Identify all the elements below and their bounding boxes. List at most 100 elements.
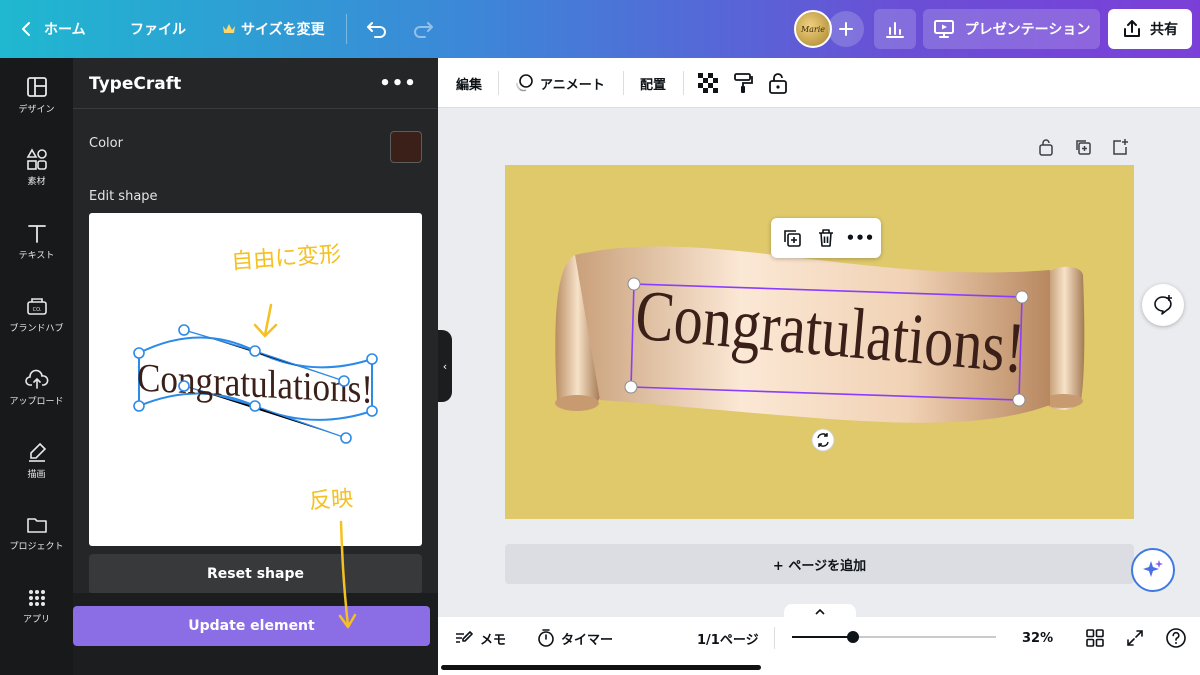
warp-handle[interactable] <box>133 400 145 412</box>
color-label: Color <box>89 136 123 151</box>
warp-handle[interactable] <box>340 432 352 444</box>
delete-element-button[interactable] <box>814 226 838 250</box>
divider <box>73 108 438 109</box>
fullscreen-button[interactable] <box>1126 617 1144 659</box>
notes-button[interactable]: メモ <box>454 617 506 659</box>
home-label: ホーム <box>44 22 86 38</box>
grid-view-button[interactable] <box>1086 617 1104 659</box>
position-button[interactable]: 配置 <box>640 58 666 108</box>
transparency-button[interactable] <box>698 58 718 108</box>
help-button[interactable] <box>1165 617 1187 659</box>
annotation-apply: 反映 <box>308 486 355 515</box>
animate-button[interactable]: アニメート <box>514 58 605 108</box>
warp-handle[interactable] <box>366 405 378 417</box>
more-element-options-button[interactable]: ••• <box>846 226 875 250</box>
add-page-icon <box>1113 139 1128 155</box>
resize-handle[interactable] <box>1015 290 1029 304</box>
file-menu-button[interactable]: ファイル <box>130 0 186 58</box>
plus-icon <box>839 22 853 36</box>
warp-handle[interactable] <box>338 375 350 387</box>
rail-item-design[interactable]: デザイン <box>0 64 73 126</box>
annotation-arrow-long-icon <box>338 520 357 629</box>
reset-shape-button[interactable]: Reset shape <box>89 554 422 594</box>
divider <box>623 71 624 95</box>
rail-item-uploads[interactable]: アップロード <box>0 356 73 418</box>
trash-icon <box>819 229 833 247</box>
left-rail: デザイン 素材 テキスト CO. ブランドハブ アップロード 描画 プロジェクト… <box>0 58 73 675</box>
add-page-button[interactable]: + ページを追加 <box>505 544 1134 584</box>
rail-item-draw[interactable]: 描画 <box>0 429 73 491</box>
rail-item-projects[interactable]: プロジェクト <box>0 502 73 564</box>
animate-label: アニメート <box>540 77 605 93</box>
zoom-slider-knob[interactable] <box>847 631 860 643</box>
warp-handle[interactable] <box>249 345 261 357</box>
timer-icon <box>538 629 554 647</box>
timer-button[interactable]: タイマー <box>537 617 613 659</box>
divider <box>683 71 684 95</box>
paint-roller-button[interactable] <box>733 58 753 108</box>
rail-label: アップロード <box>9 396 64 407</box>
color-swatch[interactable] <box>390 131 422 163</box>
warp-handle[interactable] <box>133 347 145 359</box>
warp-handle[interactable] <box>249 400 261 412</box>
position-label: 配置 <box>640 77 667 93</box>
resize-handle[interactable] <box>624 380 638 394</box>
typecraft-panel: TypeCraft ••• Color Edit shape Congratul… <box>73 58 438 675</box>
rail-label: プロジェクト <box>9 541 64 552</box>
warp-handle[interactable] <box>178 380 190 392</box>
rail-label: ブランドハブ <box>9 323 64 334</box>
rail-label: デザイン <box>18 104 55 115</box>
rail-item-elements[interactable]: 素材 <box>0 136 73 198</box>
more-options-button[interactable]: ••• <box>379 72 416 94</box>
zoom-slider[interactable] <box>792 631 996 643</box>
unlock-icon <box>769 73 787 94</box>
duplicate-page-button[interactable] <box>1073 137 1093 157</box>
notes-label: メモ <box>480 632 507 648</box>
grid-view-icon <box>1086 629 1104 647</box>
chevron-left-icon <box>22 22 30 36</box>
rail-item-text[interactable]: テキスト <box>0 210 73 272</box>
present-button[interactable]: プレゼンテーション <box>923 9 1100 49</box>
share-label: 共有 <box>1150 22 1178 38</box>
duplicate-element-button[interactable] <box>780 226 804 250</box>
resize-handle[interactable] <box>627 277 641 291</box>
page-indicator-button[interactable]: 1/1ページ <box>697 617 759 659</box>
rail-item-brand-hub[interactable]: CO. ブランドハブ <box>0 283 73 345</box>
undo-button[interactable] <box>366 0 388 58</box>
help-icon <box>1166 628 1186 648</box>
update-element-button[interactable]: Update element <box>73 606 430 646</box>
add-page-icon-button[interactable] <box>1110 137 1130 157</box>
divider <box>774 627 775 649</box>
file-label: ファイル <box>130 22 186 38</box>
share-button[interactable]: 共有 <box>1108 9 1192 49</box>
bar-chart-icon <box>886 22 904 38</box>
invite-button[interactable] <box>828 11 864 47</box>
avatar[interactable]: Marie <box>794 10 832 48</box>
resize-handle[interactable] <box>1012 393 1026 407</box>
add-comment-button[interactable] <box>1142 284 1184 326</box>
apps-icon <box>28 589 45 606</box>
transparency-icon <box>698 73 718 93</box>
rail-item-apps[interactable]: アプリ <box>0 575 73 637</box>
lock-page-button[interactable] <box>1036 137 1056 157</box>
warp-handle[interactable] <box>366 353 378 365</box>
warp-handle[interactable] <box>178 324 190 336</box>
home-button[interactable]: ホーム <box>20 0 86 58</box>
lock-button[interactable] <box>768 58 788 108</box>
crown-icon <box>223 24 235 33</box>
edit-button[interactable]: 編集 <box>456 58 482 108</box>
collapse-panel-button[interactable]: ‹ <box>438 330 452 402</box>
zoom-level: 32% <box>1022 630 1054 646</box>
divider <box>346 14 347 44</box>
text-icon <box>27 224 46 243</box>
zoom-level-button[interactable]: 32% <box>1022 617 1053 659</box>
insights-button[interactable] <box>874 9 916 49</box>
annotation-arrow-down-icon <box>253 303 278 338</box>
redo-button[interactable] <box>412 0 434 58</box>
avatar-text: Marie <box>800 24 826 34</box>
resize-button[interactable]: サイズを変更 <box>222 0 325 58</box>
ribbon-left-end <box>555 395 599 411</box>
undo-icon <box>367 22 386 38</box>
magic-assistant-button[interactable] <box>1131 548 1175 592</box>
rotate-handle[interactable] <box>811 428 835 452</box>
